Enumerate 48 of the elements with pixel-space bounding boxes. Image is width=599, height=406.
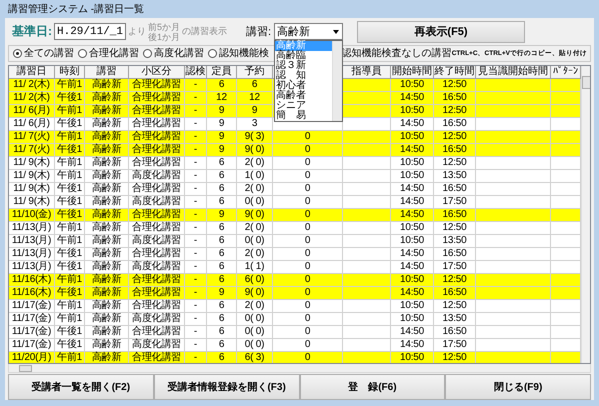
base-date-label: 基準日: bbox=[12, 23, 52, 40]
range-before-text: 前5か月 bbox=[148, 22, 180, 32]
table-row[interactable]: 11/13(月) 午前1 高齢新 合理化講習 - 6 2( 0) 0 10:50 12:50 bbox=[9, 222, 581, 235]
list-scrollbar[interactable] bbox=[332, 41, 342, 122]
course-dropdown[interactable]: 高齢新 bbox=[274, 23, 343, 40]
table-row[interactable]: 11/ 7(火) 午前1 高齢新 合理化講習 - 9 9( 3) 0 10:50 12:50 bbox=[9, 130, 581, 144]
window-title: 講習管理システム -講習日一覧 bbox=[7, 2, 146, 17]
column-header[interactable]: 見当識開始時間 bbox=[476, 66, 551, 79]
course-filter-radio[interactable]: 高度化講習 bbox=[143, 46, 204, 60]
column-header[interactable]: 終了時間 bbox=[434, 66, 476, 79]
course-filter-radio[interactable]: 認知機能検 bbox=[208, 46, 269, 60]
action-button[interactable]: 受講者情報登録を開く(F3) bbox=[154, 374, 300, 400]
table-row[interactable]: 11/17(金) 午前1 高齢新 合理化講習 - 6 2( 0) 0 10:50 12:50 bbox=[9, 300, 581, 313]
table-row[interactable]: 11/ 9(木) 午後1 高齢新 合理化講習 - 6 2( 0) 0 14:50 16:50 bbox=[9, 182, 581, 196]
column-header[interactable]: ﾊﾟﾀｰﾝ bbox=[551, 66, 581, 79]
table-row[interactable]: 11/17(金) 午前1 高齢新 高度化講習 - 6 0( 0) 0 10:50 13:50 bbox=[9, 312, 581, 326]
range-after-text: 後1か月 bbox=[148, 32, 180, 42]
course-filter-radio[interactable]: 合理化講習 bbox=[78, 46, 139, 60]
column-header[interactable]: 小区分 bbox=[129, 66, 185, 79]
table-row[interactable]: 11/13(月) 午後1 高齢新 高度化講習 - 6 1( 1) 0 14:50 17:50 bbox=[9, 260, 581, 274]
action-button[interactable]: 閉じる(F9) bbox=[445, 374, 591, 400]
table-row[interactable]: 11/ 9(木) 午前1 高齢新 合理化講習 - 6 2( 0) 0 10:50 12:50 bbox=[9, 156, 581, 170]
course-label: 講習: bbox=[246, 25, 271, 40]
table-row[interactable]: 11/17(金) 午後1 高齢新 合理化講習 - 6 0( 0) 0 14:50 16:50 bbox=[9, 326, 581, 339]
column-header[interactable]: 予約 bbox=[237, 66, 273, 79]
table-row[interactable]: 11/10(金) 午後1 高齢新 合理化講習 - 9 9( 0) 0 14:50 16:50 bbox=[9, 208, 581, 222]
table-row[interactable]: 11/13(月) 午後1 高齢新 合理化講習 - 6 2( 0) 0 14:50 16:50 bbox=[9, 248, 581, 261]
column-header[interactable]: 講習日 bbox=[9, 66, 55, 79]
table-row[interactable]: 11/ 9(木) 午前1 高齢新 高度化講習 - 6 1( 0) 0 10:50 13:50 bbox=[9, 170, 581, 183]
table-row[interactable]: 11/16(木) 午前1 高齢新 合理化講習 - 6 6( 0) 0 10:50 12:50 bbox=[9, 274, 581, 287]
column-header[interactable]: 認検 bbox=[185, 66, 207, 79]
action-button[interactable]: 受講者一覧を開く(F2) bbox=[8, 374, 154, 400]
table-row[interactable]: 11/ 7(火) 午後1 高齢新 合理化講習 - 9 9( 0) 0 14:50 16:50 bbox=[9, 144, 581, 157]
refresh-button[interactable]: 再表示(F5) bbox=[357, 20, 525, 43]
vertical-scrollbar[interactable] bbox=[581, 66, 590, 364]
horizontal-scrollbar[interactable] bbox=[8, 364, 591, 374]
table-row[interactable]: 11/13(月) 午前1 高齢新 高度化講習 - 6 0( 0) 0 10:50 13:50 bbox=[9, 234, 581, 248]
column-header[interactable]: 講習 bbox=[85, 66, 129, 79]
base-date-field[interactable]: H.29/11/_1 bbox=[54, 23, 126, 40]
table-row[interactable]: 11/ 9(木) 午後1 高齢新 高度化講習 - 6 0( 0) 0 14:50 17:50 bbox=[9, 196, 581, 209]
course-filter-radio[interactable]: 全ての講習 bbox=[13, 46, 74, 60]
range-suffix-text: の講習表示 bbox=[182, 25, 228, 38]
table-row[interactable]: 11/17(金) 午後1 高齢新 高度化講習 - 6 0( 0) 0 14:50 17:50 bbox=[9, 338, 581, 352]
action-button[interactable]: 登 録(F6) bbox=[300, 374, 446, 400]
from-text: より bbox=[128, 25, 146, 38]
table-row[interactable]: 11/16(木) 午後1 高齢新 合理化講習 - 9 9( 0) 0 14:50 16:50 bbox=[9, 286, 581, 300]
table-row[interactable]: 11/20(月) 午前1 高齢新 合理化講習 - 6 6( 3) 0 10:50 12:50 bbox=[9, 352, 581, 364]
column-header[interactable]: 開始時間 bbox=[391, 66, 434, 79]
